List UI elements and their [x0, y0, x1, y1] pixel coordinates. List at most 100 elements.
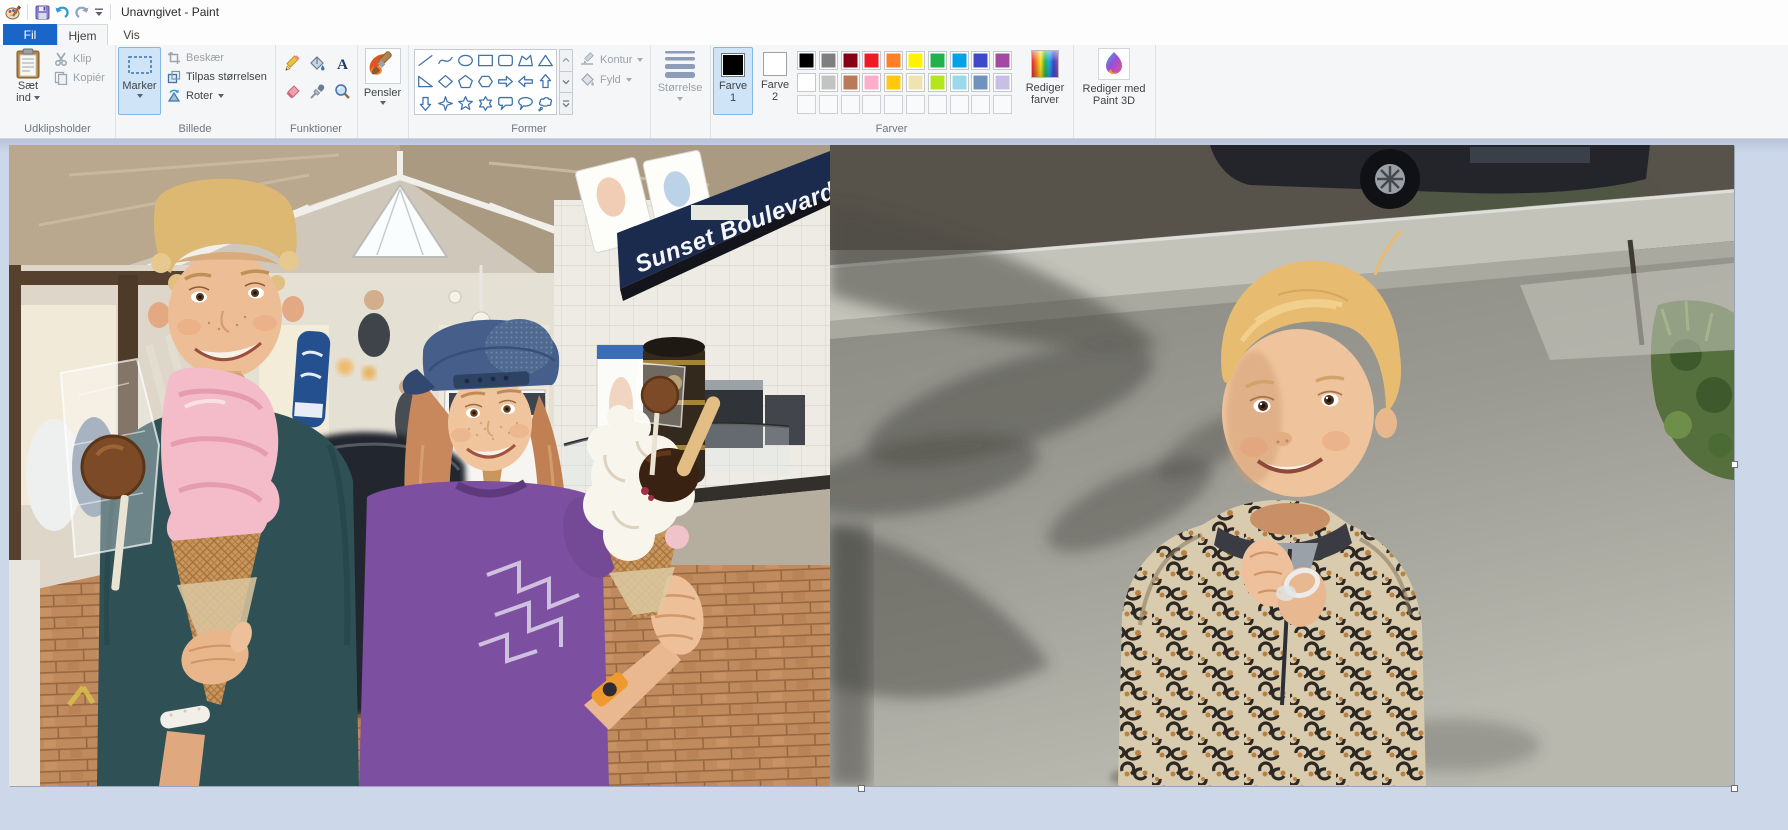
copy-button[interactable]: Kopiér: [54, 71, 105, 85]
tab-vis[interactable]: Vis: [108, 24, 155, 45]
qat-customize-button[interactable]: [92, 2, 106, 22]
outline-button[interactable]: Kontur: [580, 52, 643, 67]
edit-with-paint3d-button[interactable]: Rediger med Paint 3D: [1081, 48, 1147, 114]
shape-fill-button[interactable]: Fyld: [580, 72, 632, 87]
palette-swatch-empty[interactable]: [862, 95, 881, 114]
eraser-tool-button[interactable]: [281, 80, 303, 102]
shape-rectangle[interactable]: [475, 50, 495, 71]
canvas-resize-handle-corner[interactable]: [1731, 785, 1738, 792]
palette-swatch[interactable]: [906, 51, 925, 70]
color1-button[interactable]: Farve 1: [713, 47, 753, 115]
rotate-label: Roter: [186, 90, 213, 102]
palette-swatch[interactable]: [884, 73, 903, 92]
shape-arrow-up[interactable]: [536, 71, 556, 92]
shape-hexagon[interactable]: [475, 71, 495, 92]
shape-star-six[interactable]: [475, 93, 495, 114]
shape-curve[interactable]: [435, 50, 455, 71]
palette-swatch[interactable]: [950, 73, 969, 92]
palette-swatch[interactable]: [906, 73, 925, 92]
canvas-resize-handle-right[interactable]: [1731, 461, 1738, 468]
palette-swatch[interactable]: [884, 51, 903, 70]
shape-pentagon[interactable]: [455, 71, 475, 92]
crop-button[interactable]: Beskær: [167, 51, 224, 65]
shape-pentagon-icon: [457, 73, 474, 90]
palette-swatch-empty[interactable]: [884, 95, 903, 114]
palette-swatch[interactable]: [993, 73, 1012, 92]
tab-hjem[interactable]: Hjem: [57, 24, 108, 46]
palette-swatch-empty[interactable]: [819, 95, 838, 114]
shapes-scrollbar: [559, 49, 573, 115]
shape-right-triangle[interactable]: [415, 71, 435, 92]
size-button[interactable]: Størrelse: [655, 48, 705, 114]
palette-swatch-empty[interactable]: [971, 95, 990, 114]
palette-swatch[interactable]: [971, 73, 990, 92]
shapes-scroll-up-button[interactable]: [559, 49, 573, 72]
paint-logo-icon: [3, 2, 23, 22]
shape-arrow-right-icon: [497, 73, 514, 90]
palette-swatch[interactable]: [928, 51, 947, 70]
paint-canvas[interactable]: Sunset Boulevard: [9, 145, 1734, 786]
tab-fil[interactable]: Fil: [3, 24, 57, 45]
palette-swatch[interactable]: [797, 73, 816, 92]
shape-triangle[interactable]: [536, 50, 556, 71]
shape-line[interactable]: [415, 50, 435, 71]
save-button[interactable]: [32, 2, 52, 22]
shape-arrow-right[interactable]: [496, 71, 516, 92]
paint3d-label2: Paint 3D: [1093, 95, 1135, 107]
palette-swatch-empty[interactable]: [841, 95, 860, 114]
palette-swatch[interactable]: [862, 73, 881, 92]
shape-star-four[interactable]: [435, 93, 455, 114]
rotate-button[interactable]: Roter: [167, 89, 224, 103]
palette-swatch[interactable]: [841, 73, 860, 92]
shape-callout-oval[interactable]: [516, 93, 536, 114]
copy-icon: [54, 71, 68, 85]
brushes-button[interactable]: Pensler: [362, 48, 403, 114]
redo-button[interactable]: [72, 2, 92, 22]
fill-tool-button[interactable]: [306, 52, 328, 74]
select-button[interactable]: Marker: [118, 47, 161, 115]
shape-callout-cloud-icon: [537, 95, 554, 112]
outline-icon: [580, 52, 595, 67]
shapes-grid: [414, 49, 557, 115]
palette-swatch-empty[interactable]: [928, 95, 947, 114]
shapes-more-button[interactable]: [559, 92, 573, 115]
shapes-scroll-down-button[interactable]: [559, 71, 573, 94]
shape-arrow-left[interactable]: [516, 71, 536, 92]
shape-ellipse[interactable]: [455, 50, 475, 71]
palette-swatch[interactable]: [950, 51, 969, 70]
shape-diamond[interactable]: [435, 71, 455, 92]
shape-callout-cloud[interactable]: [536, 93, 556, 114]
shape-arrow-down[interactable]: [415, 93, 435, 114]
shape-rounded-rectangle[interactable]: [496, 50, 516, 71]
edit-colors-button[interactable]: Rediger farver: [1020, 48, 1070, 114]
shape-polygon[interactable]: [516, 50, 536, 71]
text-tool-button[interactable]: A: [331, 52, 353, 74]
palette-swatch-empty[interactable]: [993, 95, 1012, 114]
brush-icon: [365, 48, 401, 84]
canvas-resize-handle-bottom[interactable]: [858, 785, 865, 792]
shape-star-five[interactable]: [455, 93, 475, 114]
palette-swatch[interactable]: [928, 73, 947, 92]
crop-label: Beskær: [186, 52, 224, 64]
palette-swatch[interactable]: [819, 51, 838, 70]
shape-callout-rounded[interactable]: [496, 93, 516, 114]
paste-button[interactable]: Sæt ind: [8, 48, 48, 114]
palette-swatch-empty[interactable]: [950, 95, 969, 114]
palette-swatch[interactable]: [841, 51, 860, 70]
palette-swatch[interactable]: [993, 51, 1012, 70]
palette-swatch[interactable]: [797, 51, 816, 70]
palette-swatch-empty[interactable]: [906, 95, 925, 114]
magnifier-tool-button[interactable]: [331, 80, 353, 102]
pencil-tool-button[interactable]: [281, 52, 303, 74]
palette-swatch-empty[interactable]: [797, 95, 816, 114]
undo-button[interactable]: [52, 2, 72, 22]
resize-button[interactable]: Tilpas størrelsen: [167, 70, 267, 84]
shape-right-triangle-icon: [417, 73, 434, 90]
cut-button[interactable]: Klip: [54, 52, 91, 66]
palette-swatch[interactable]: [862, 51, 881, 70]
color2-button[interactable]: Farve 2: [755, 47, 795, 115]
shape-rectangle-icon: [477, 52, 494, 69]
color-picker-tool-button[interactable]: [306, 80, 328, 102]
palette-swatch[interactable]: [971, 51, 990, 70]
palette-swatch[interactable]: [819, 73, 838, 92]
